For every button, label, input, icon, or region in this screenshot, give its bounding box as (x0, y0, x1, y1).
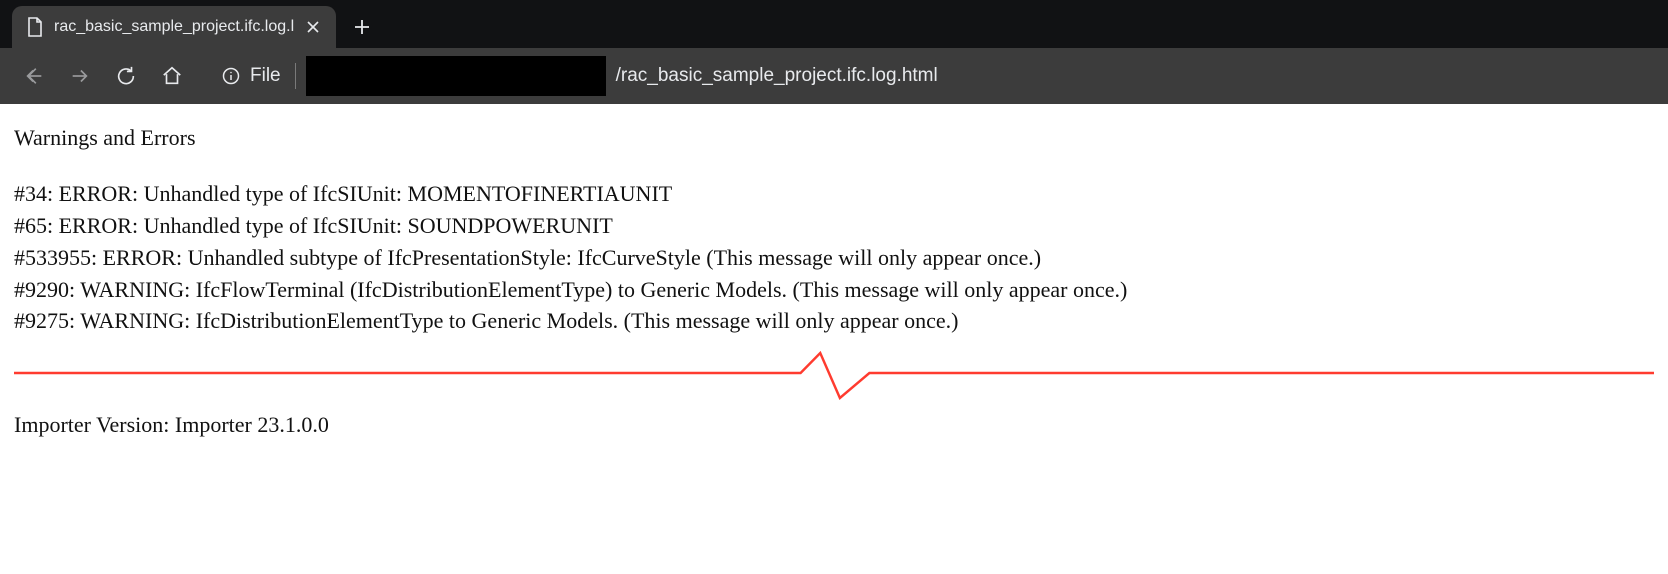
home-button[interactable] (152, 56, 192, 96)
url-path: /rac_basic_sample_project.ifc.log.html (616, 65, 938, 87)
refresh-button[interactable] (106, 56, 146, 96)
url-redacted-segment (306, 56, 606, 96)
document-icon (26, 17, 44, 37)
tab-strip: rac_basic_sample_project.ifc.log.l (0, 0, 1668, 48)
log-line: #65: ERROR: Unhandled type of IfcSIUnit:… (14, 210, 1654, 242)
url-scheme-badge: File (222, 63, 296, 89)
address-bar[interactable]: File /rac_basic_sample_project.ifc.log.h… (210, 56, 1654, 96)
log-line: #9275: WARNING: IfcDistributionElementTy… (14, 305, 1654, 337)
info-icon (222, 67, 240, 85)
log-list: #34: ERROR: Unhandled type of IfcSIUnit:… (14, 178, 1654, 337)
log-line: #9290: WARNING: IfcFlowTerminal (IfcDist… (14, 274, 1654, 306)
importer-version: Importer Version: Importer 23.1.0.0 (14, 409, 1654, 441)
tab-title: rac_basic_sample_project.ifc.log.l (54, 18, 294, 36)
browser-toolbar: File /rac_basic_sample_project.ifc.log.h… (0, 48, 1668, 104)
log-line: #533955: ERROR: Unhandled subtype of Ifc… (14, 242, 1654, 274)
browser-chrome: rac_basic_sample_project.ifc.log.l (0, 0, 1668, 104)
forward-button[interactable] (60, 56, 100, 96)
log-line: #34: ERROR: Unhandled type of IfcSIUnit:… (14, 178, 1654, 210)
new-tab-button[interactable] (342, 6, 382, 48)
page-content: Warnings and Errors #34: ERROR: Unhandle… (0, 104, 1668, 461)
annotation-divider (14, 343, 1654, 403)
page-heading: Warnings and Errors (14, 122, 1654, 154)
url-scheme-label: File (250, 65, 281, 87)
back-button[interactable] (14, 56, 54, 96)
browser-tab[interactable]: rac_basic_sample_project.ifc.log.l (12, 6, 336, 48)
close-icon[interactable] (304, 18, 322, 36)
